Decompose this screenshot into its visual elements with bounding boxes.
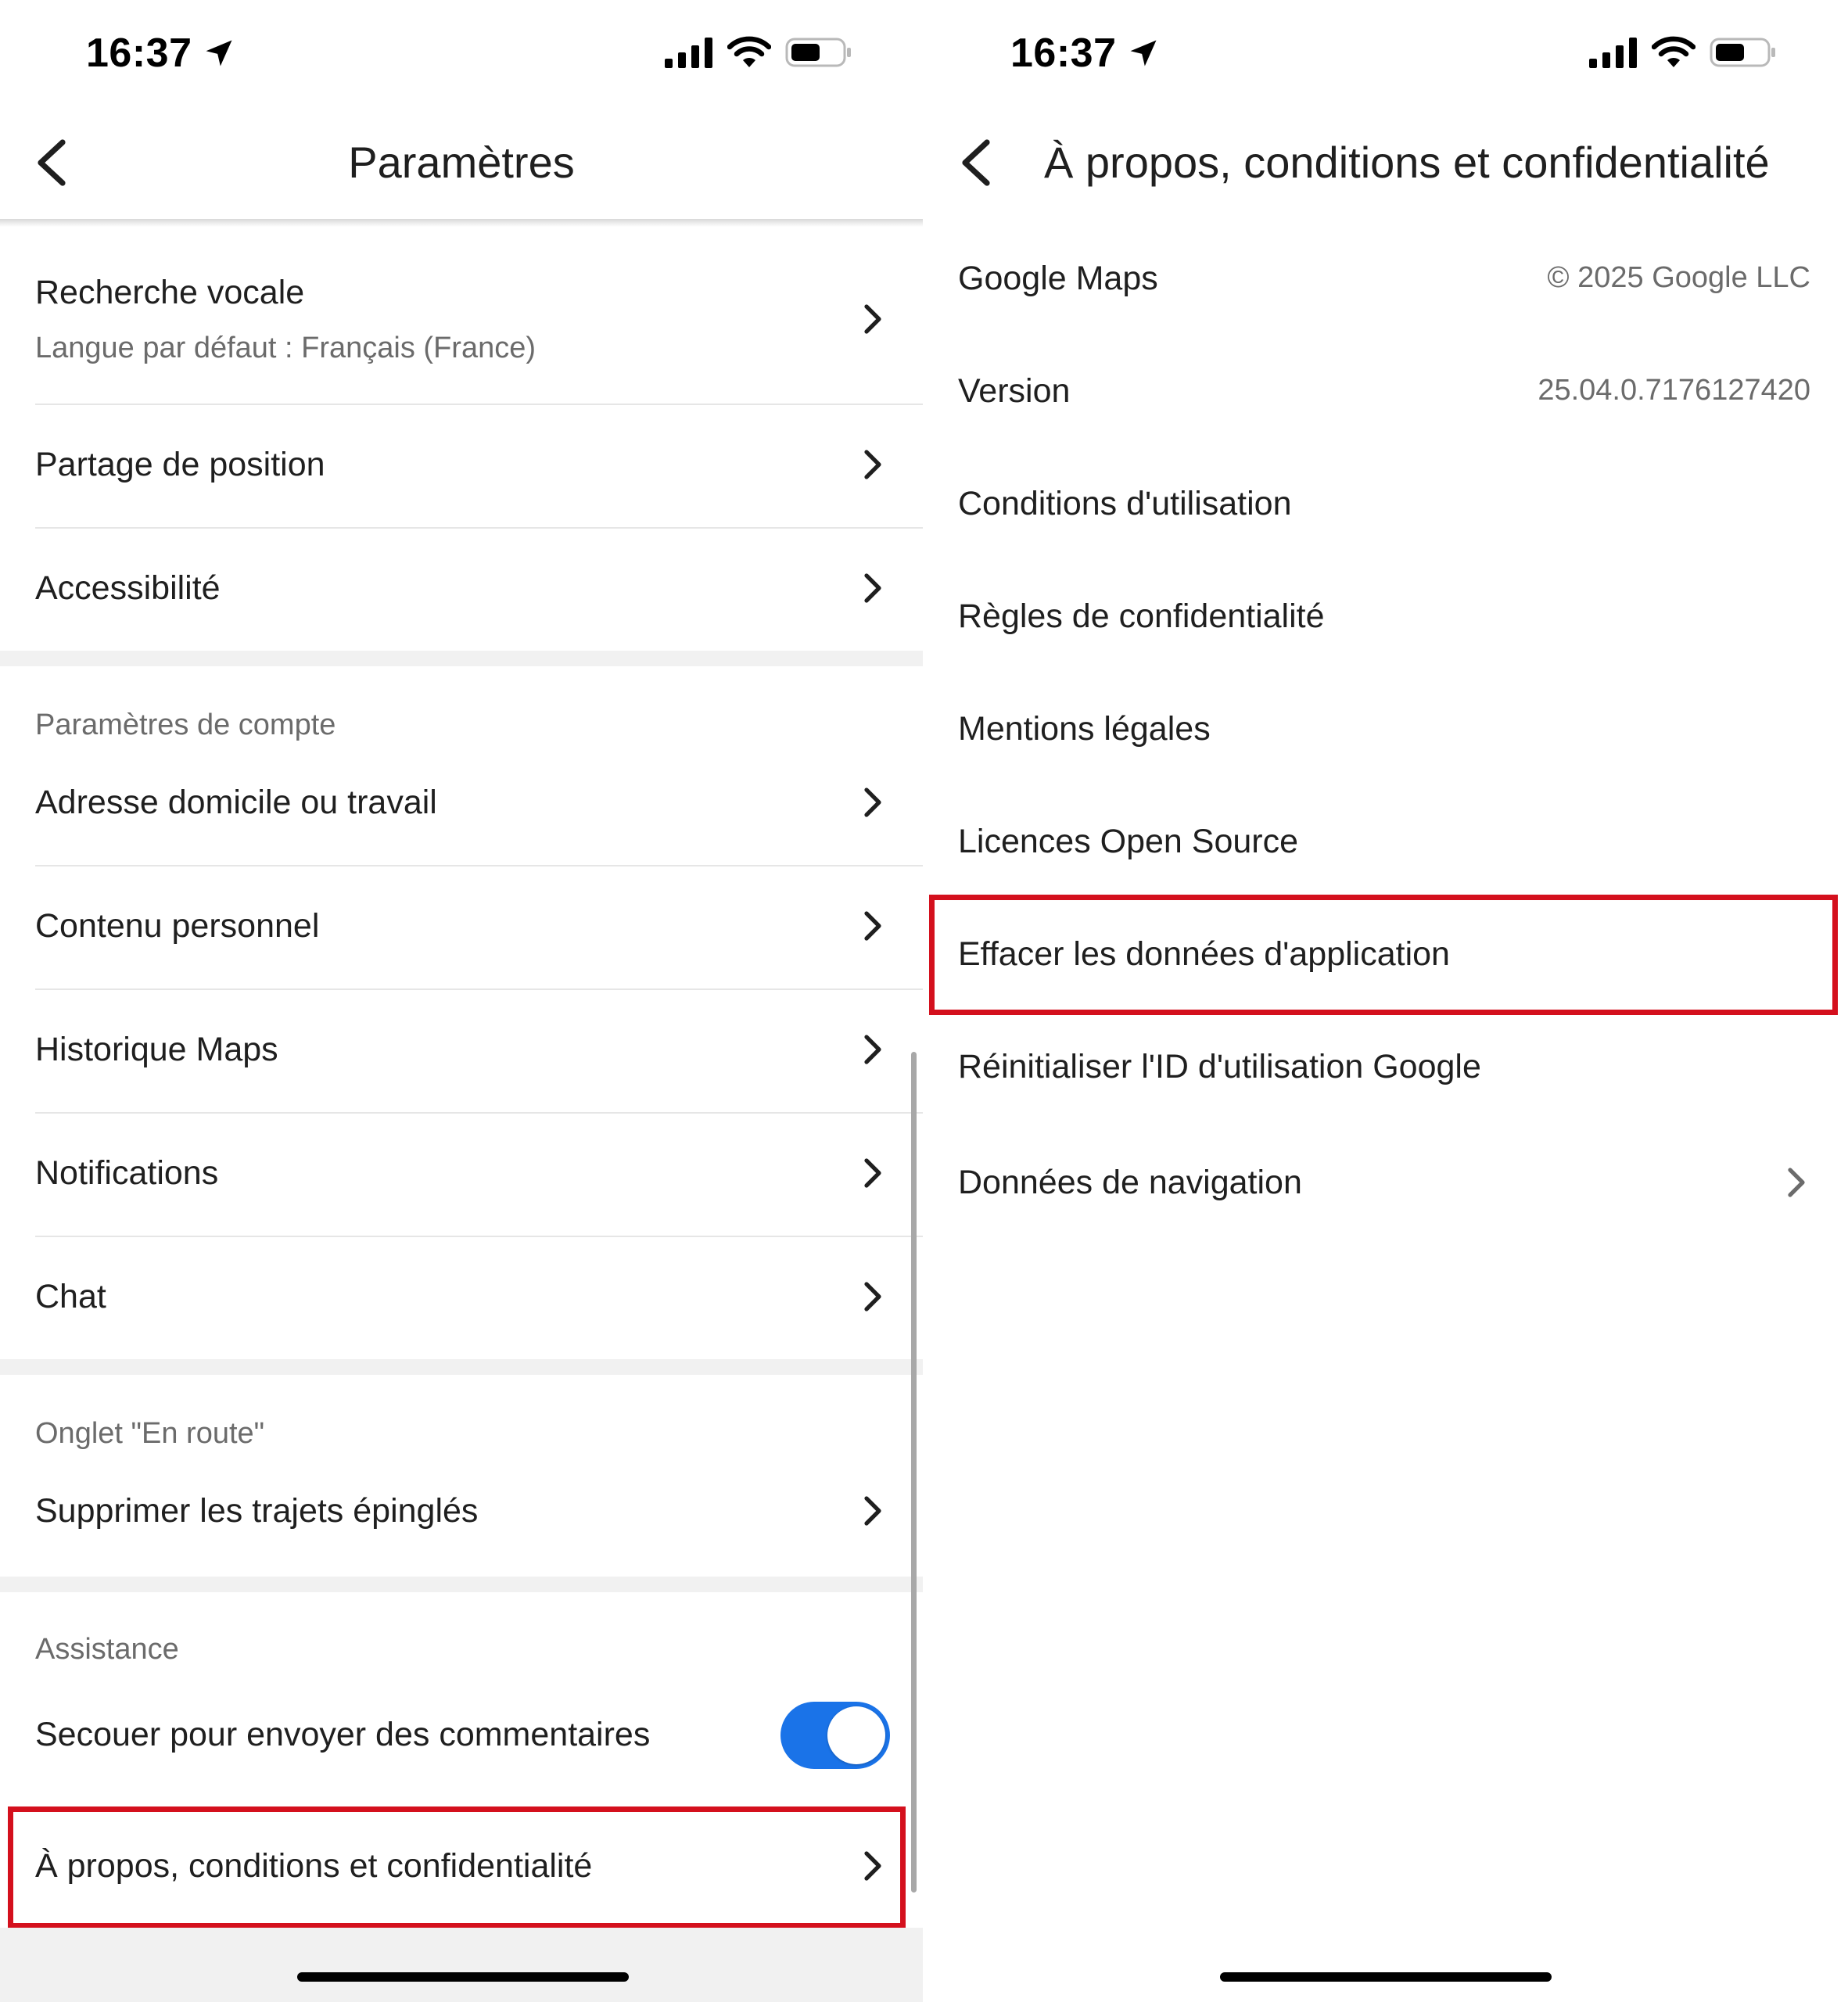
home-indicator[interactable]	[1220, 1972, 1552, 1982]
reset-usage-id-item[interactable]: Réinitialiser l'ID d'utilisation Google	[923, 1012, 1848, 1125]
battery-icon	[785, 38, 851, 67]
bottom-area	[0, 1928, 923, 2002]
version-value: 25.04.0.7176127420	[1538, 374, 1810, 407]
chevron-right-icon	[860, 1034, 884, 1065]
highlight-box	[8, 1806, 906, 1928]
maps-history-label: Historique Maps	[35, 1031, 278, 1068]
chevron-right-icon	[860, 449, 884, 480]
terms-of-service-item[interactable]: Conditions d'utilisation	[923, 449, 1848, 561]
google-maps-row: Google Maps © 2025 Google LLC	[923, 224, 1848, 336]
home-work-item[interactable]: Adresse domicile ou travail	[0, 743, 923, 865]
section-separator	[0, 651, 923, 666]
chevron-right-icon	[860, 1157, 884, 1189]
personal-content-item[interactable]: Contenu personnel	[0, 866, 923, 988]
google-maps-label: Google Maps	[958, 260, 1158, 297]
status-bar-time: 16:37	[86, 30, 236, 77]
signal-icon	[665, 38, 712, 68]
shake-feedback-label: Secouer pour envoyer des commentaires	[35, 1716, 651, 1753]
commute-section-label: Onglet "En route"	[35, 1417, 265, 1450]
chevron-right-icon	[860, 1281, 884, 1312]
notifications-label: Notifications	[35, 1154, 219, 1192]
battery-icon	[1710, 38, 1775, 67]
support-section-label: Assistance	[35, 1633, 179, 1666]
maps-history-item[interactable]: Historique Maps	[0, 990, 923, 1112]
header-divider	[0, 219, 923, 227]
shake-feedback-toggle[interactable]	[780, 1702, 890, 1769]
location-sharing-item[interactable]: Partage de position	[0, 405, 923, 527]
reset-usage-id-label: Réinitialiser l'ID d'utilisation Google	[958, 1048, 1481, 1085]
terms-of-service-label: Conditions d'utilisation	[958, 485, 1292, 522]
privacy-policy-item[interactable]: Règles de confidentialité	[923, 561, 1848, 674]
chevron-right-icon	[860, 572, 884, 604]
location-sharing-label: Partage de position	[35, 446, 325, 483]
toggle-knob	[827, 1706, 885, 1764]
chevron-right-icon	[860, 303, 884, 335]
open-source-licenses-label: Licences Open Source	[958, 823, 1299, 860]
voice-search-item[interactable]: Recherche vocale Langue par défaut : Fra…	[0, 235, 923, 404]
settings-screen: 16:37 Paramètres Recherche vocale Langue…	[0, 0, 923, 2002]
page-title: Paramètres	[348, 138, 575, 187]
accessibility-label: Accessibilité	[35, 569, 221, 607]
section-separator	[0, 1577, 923, 1592]
highlight-box	[929, 895, 1838, 1015]
chevron-right-icon	[860, 910, 884, 942]
home-indicator[interactable]	[297, 1972, 629, 1982]
chevron-right-icon	[1784, 1167, 1807, 1198]
wifi-icon	[1652, 36, 1695, 67]
chevron-right-icon	[860, 1495, 884, 1527]
version-label: Version	[958, 372, 1071, 410]
open-source-licenses-item[interactable]: Licences Open Source	[923, 787, 1848, 899]
pinned-trips-item[interactable]: Supprimer les trajets épinglés	[0, 1451, 923, 1573]
privacy-policy-label: Règles de confidentialité	[958, 597, 1325, 635]
status-bar-time: 16:37	[1010, 30, 1161, 77]
back-chevron-icon	[962, 139, 990, 186]
navigation-data-label: Données de navigation	[958, 1164, 1302, 1201]
personal-content-label: Contenu personnel	[35, 907, 320, 945]
copyright-value: © 2025 Google LLC	[1547, 261, 1810, 294]
legal-notices-item[interactable]: Mentions légales	[923, 674, 1848, 787]
accessibility-item[interactable]: Accessibilité	[0, 529, 923, 651]
home-work-label: Adresse domicile ou travail	[35, 784, 437, 821]
navigation-data-item[interactable]: Données de navigation	[923, 1128, 1848, 1240]
pinned-trips-label: Supprimer les trajets épinglés	[35, 1492, 479, 1530]
voice-search-sublabel: Langue par défaut : Français (France)	[35, 332, 536, 364]
voice-search-label: Recherche vocale	[35, 274, 305, 311]
chat-label: Chat	[35, 1278, 106, 1315]
status-bar-icons	[665, 36, 852, 69]
page-title: À propos, conditions et confidentialité	[1044, 138, 1770, 187]
back-button[interactable]	[956, 138, 996, 188]
version-row: Version 25.04.0.7176127420	[923, 336, 1848, 449]
location-arrow-icon	[1130, 40, 1156, 66]
section-separator	[0, 1359, 923, 1375]
wifi-icon	[727, 36, 771, 67]
legal-notices-label: Mentions légales	[958, 710, 1211, 748]
chat-item[interactable]: Chat	[0, 1237, 923, 1359]
account-section-label: Paramètres de compte	[35, 709, 336, 741]
status-bar-icons	[1589, 36, 1777, 69]
signal-icon	[1589, 38, 1637, 68]
scrollbar[interactable]	[911, 1052, 917, 1893]
location-arrow-icon	[206, 40, 231, 66]
notifications-item[interactable]: Notifications	[0, 1114, 923, 1236]
about-screen: 16:37 À propos, conditions et confidenti…	[923, 0, 1848, 2002]
chevron-right-icon	[860, 787, 884, 818]
